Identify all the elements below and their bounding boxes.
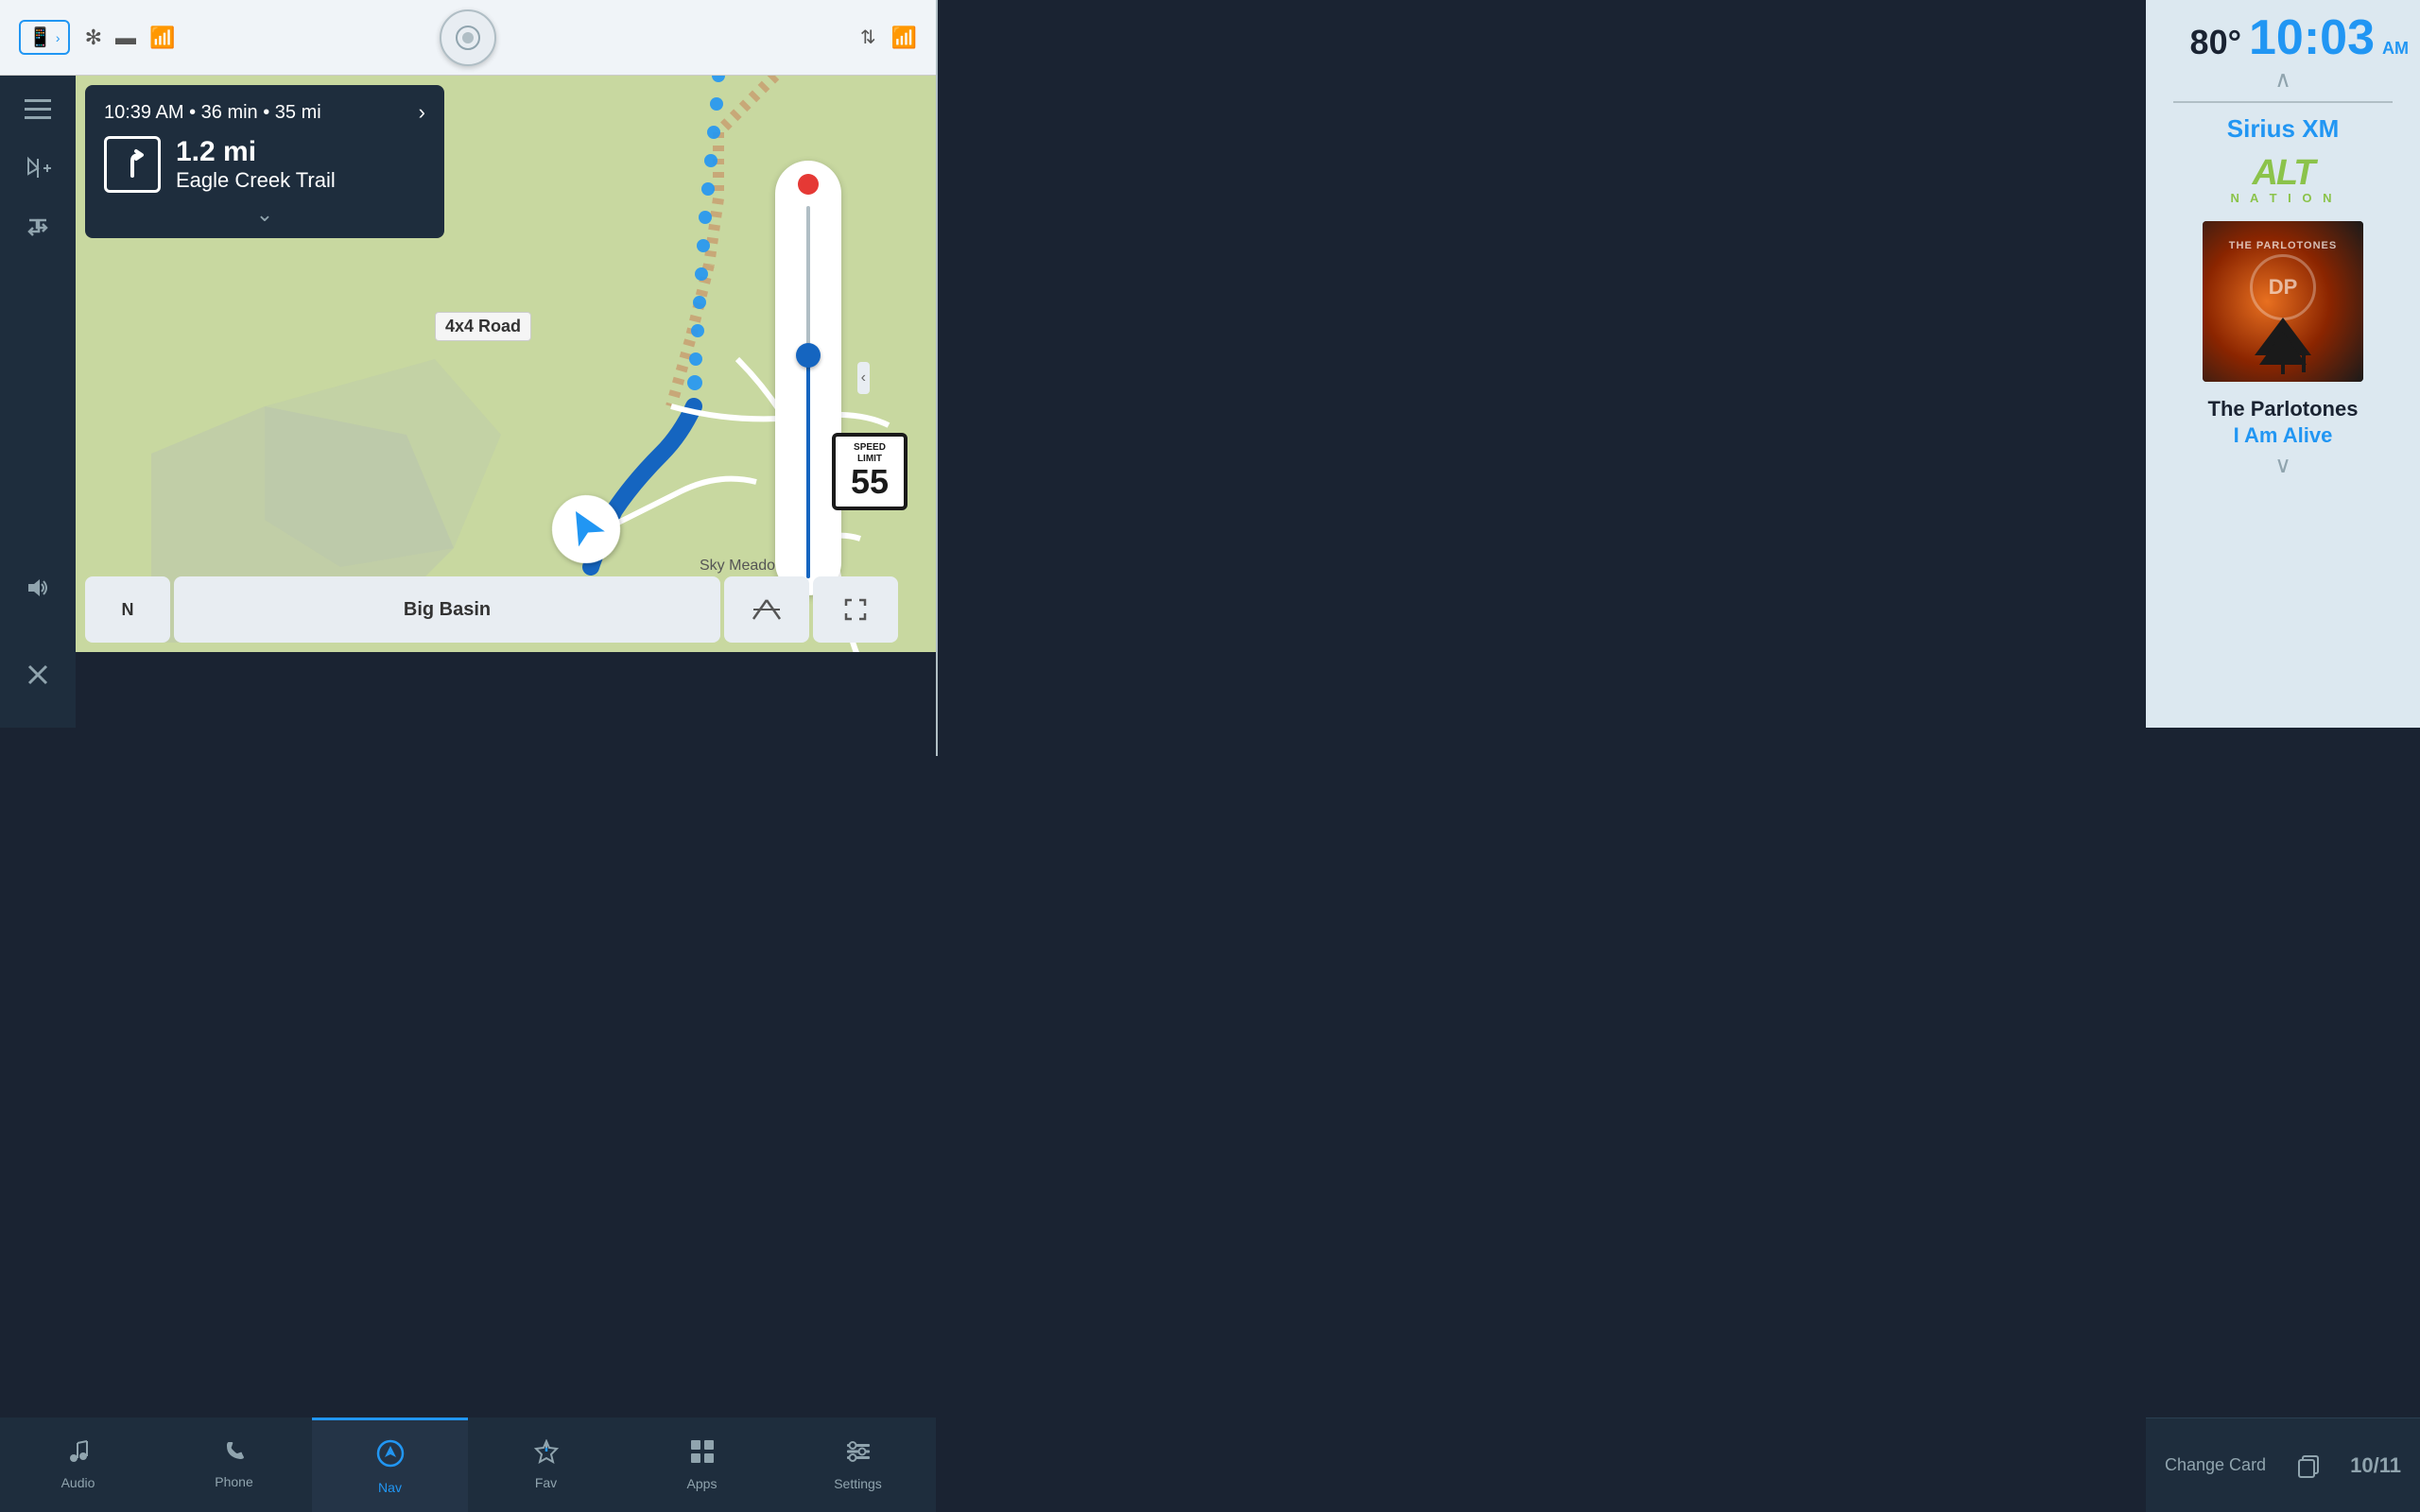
sidebar-close-icon[interactable] [13, 650, 62, 699]
song-name: I Am Alive [2234, 423, 2333, 448]
panel-scroll-up[interactable]: ∧ [2274, 66, 2291, 94]
audio-icon [66, 1439, 91, 1469]
album-dp-badge: DP [2250, 254, 2316, 320]
card-number: 10/11 [2350, 1453, 2401, 1478]
alt-nation-logo[interactable]: ALT N A T I O N [2207, 151, 2359, 208]
map-area[interactable]: 4x4 Road Sky Meado 10:39 AM • 36 min • 3… [76, 76, 936, 652]
tab-apps[interactable]: Apps [624, 1418, 780, 1512]
apps-icon [689, 1438, 716, 1470]
nav-expand-right-icon[interactable]: › [419, 100, 425, 125]
road-label-4x4: 4x4 Road [435, 312, 531, 341]
tab-phone-label: Phone [215, 1474, 252, 1489]
status-right: ⇅ 📶 [860, 26, 917, 50]
time-display: 10:03 [2249, 9, 2375, 66]
sidebar-menu-icon[interactable] [13, 85, 62, 134]
tab-fav[interactable]: Fav [468, 1418, 624, 1512]
bluetooth-icon: ✻ [85, 26, 102, 50]
speed-limit-number: 55 [839, 465, 900, 499]
settings-icon [845, 1438, 872, 1470]
nav-top-row: 10:39 AM • 36 min • 35 mi › [104, 100, 425, 125]
volume-collapse-icon[interactable]: ‹ [857, 362, 870, 394]
map-view-toggle-button[interactable] [724, 576, 809, 643]
alt-text: ALT [2252, 155, 2313, 191]
turn-icon [104, 136, 161, 193]
nav-street: Eagle Creek Trail [176, 168, 336, 193]
nav-eta: 10:39 AM • 36 min • 35 mi [104, 102, 321, 124]
fav-icon [534, 1439, 559, 1469]
map-label-sky-meadow: Sky Meado [700, 558, 775, 575]
nav-tab-icon [375, 1438, 406, 1474]
phone-tab-icon [223, 1440, 246, 1469]
sidebar-volume-icon[interactable] [13, 563, 62, 612]
volume-panel: ‹ [775, 161, 841, 595]
ampm-display: AM [2382, 39, 2409, 59]
phone-icon: 📱 [28, 26, 52, 49]
phone-status-icon[interactable]: 📱 › [19, 20, 70, 55]
tab-audio[interactable]: Audio [0, 1418, 156, 1512]
volume-track[interactable] [806, 206, 810, 578]
volume-thumb[interactable] [796, 343, 821, 368]
speed-limit-sign: SPEEDLIMIT 55 [832, 433, 908, 510]
sidebar-add-waypoint-icon[interactable] [13, 144, 62, 193]
copy-icon[interactable] [2291, 1449, 2325, 1483]
map-bottom-controls: N Big Basin [85, 576, 898, 643]
nav-text: 1.2 mi Eagle Creek Trail [176, 136, 336, 193]
nav-expand-down[interactable]: ⌄ [104, 202, 425, 227]
tab-nav[interactable]: Nav [312, 1418, 468, 1512]
nav-instruction: 1.2 mi Eagle Creek Trail [104, 136, 425, 193]
phone-chevron: › [56, 30, 60, 45]
bottom-right-panel: Change Card 10/11 [2146, 1418, 2420, 1512]
tab-apps-label: Apps [687, 1476, 717, 1491]
status-icons: ✻ ▬ 📶 [85, 26, 176, 50]
nation-text: N A T I O N [2231, 191, 2336, 205]
album-top-text: THE PARLOTONES [2203, 240, 2363, 251]
nav-distance: 1.2 mi [176, 136, 336, 168]
tab-nav-label: Nav [378, 1480, 402, 1495]
status-left: 📱 › ✻ ▬ 📶 [19, 20, 175, 55]
right-panel-chevron-down[interactable]: ∨ [2274, 452, 2291, 479]
panel-divider [936, 0, 938, 756]
map-fullscreen-button[interactable] [813, 576, 898, 643]
tab-settings[interactable]: Settings [780, 1418, 936, 1512]
tab-settings-label: Settings [834, 1476, 882, 1491]
battery-icon: ▬ [115, 26, 136, 50]
audio-settings-icon: ⇅ [860, 26, 876, 49]
left-sidebar [0, 76, 76, 728]
status-bar: 📱 › ✻ ▬ 📶 ⇅ 📶 [0, 0, 936, 76]
tab-audio-label: Audio [61, 1475, 95, 1490]
nav-card[interactable]: 10:39 AM • 36 min • 35 mi › 1.2 mi Eagle… [85, 85, 444, 238]
sidebar-route-options-icon[interactable] [13, 202, 62, 251]
temperature-display: 80° [2190, 23, 2241, 62]
change-card-label[interactable]: Change Card [2165, 1455, 2266, 1475]
right-panel: 80° 10:03 AM ∧ Sirius XM ALT N A T I O N… [2146, 0, 2420, 728]
volume-top-indicator [798, 174, 819, 195]
wifi-icon: 📶 [891, 26, 917, 50]
tab-fav-label: Fav [535, 1475, 557, 1490]
artist-name: The Parlotones [2208, 397, 2359, 421]
tab-phone[interactable]: Phone [156, 1418, 312, 1512]
siriusxm-label[interactable]: Sirius XM [2227, 114, 2339, 144]
bottom-nav: Audio Phone Nav Fav Apps [0, 1418, 936, 1512]
signal-icon: 📶 [149, 26, 175, 50]
voice-button[interactable] [440, 9, 496, 66]
album-art: THE PARLOTONES DP [2203, 221, 2363, 382]
volume-fill [806, 355, 810, 578]
map-destination-button[interactable]: Big Basin [174, 576, 720, 643]
map-north-button[interactable]: N [85, 576, 170, 643]
